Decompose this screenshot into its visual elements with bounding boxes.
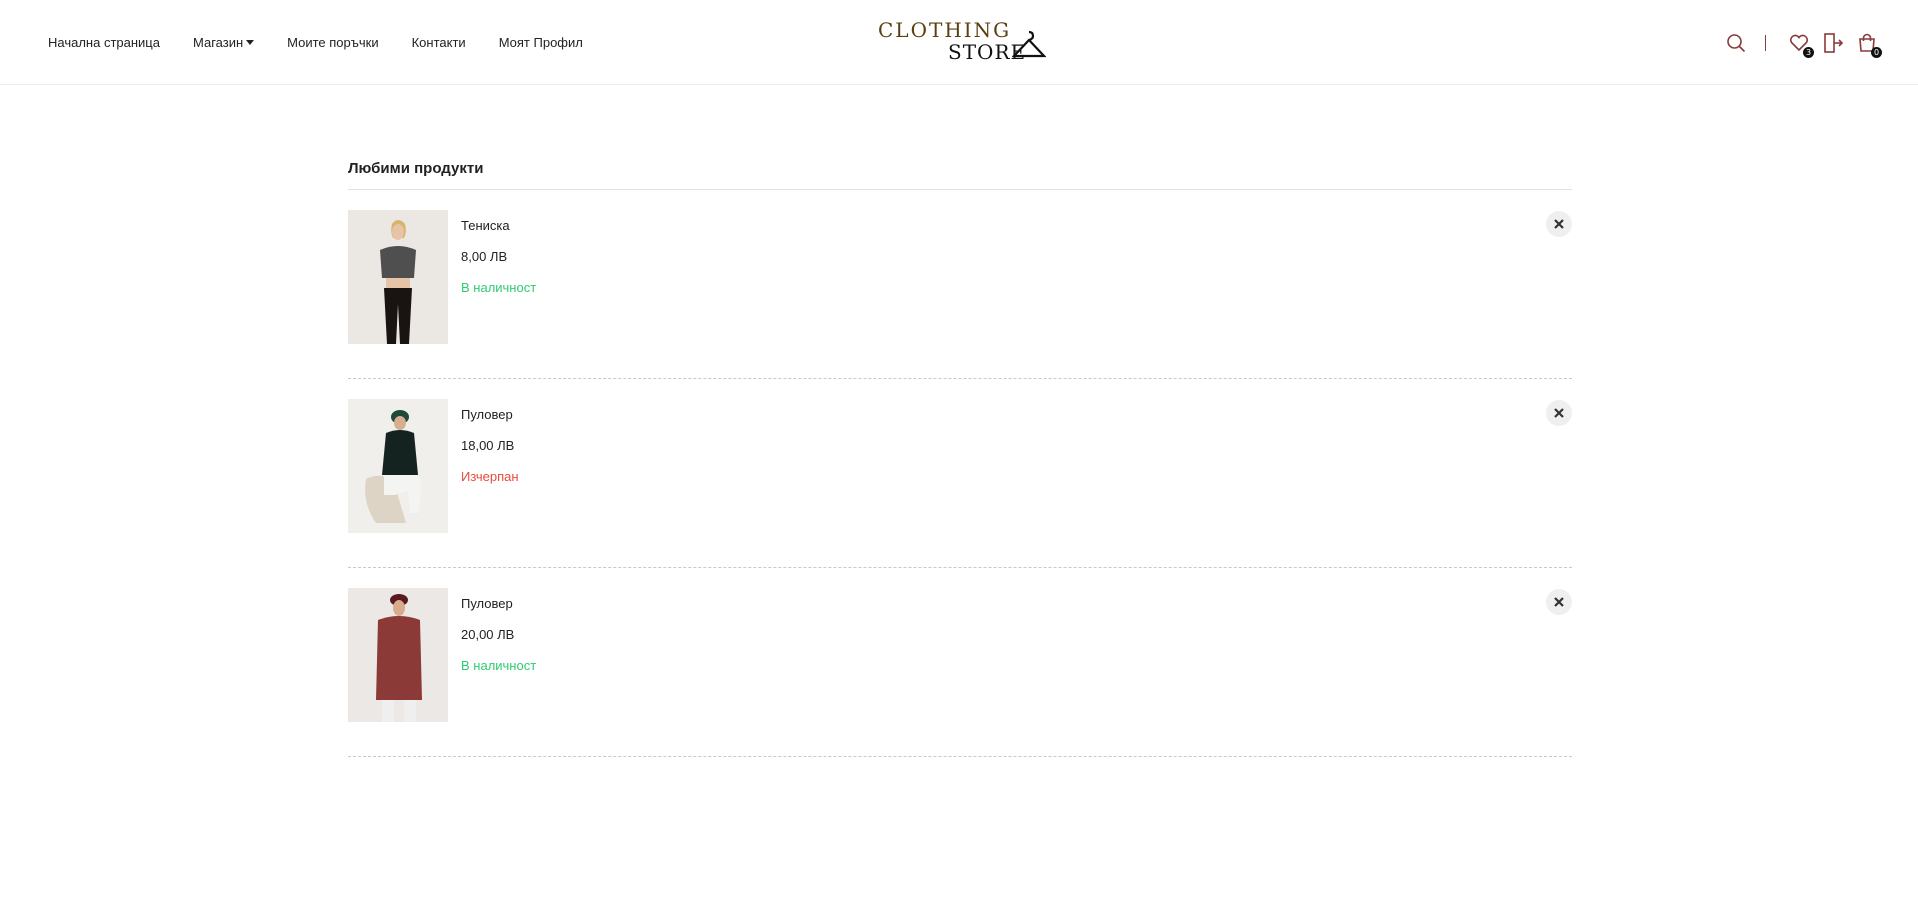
close-icon — [1554, 219, 1564, 229]
remove-item-button[interactable] — [1546, 400, 1572, 426]
search-icon[interactable] — [1725, 32, 1747, 54]
product-image[interactable] — [348, 210, 448, 344]
nav-shop-label: Магазин — [192, 35, 244, 50]
stock-status: В наличност — [461, 280, 537, 295]
main-nav: Начална страница Магазин Моите поръчки К… — [48, 0, 616, 85]
product-info: Пуловер 18,00 ЛВ Изчерпан — [461, 405, 519, 487]
list-item: Тениска 8,00 ЛВ В наличност — [348, 210, 1572, 379]
close-icon — [1554, 408, 1564, 418]
nav-profile[interactable]: Моят Профил — [499, 35, 583, 50]
product-name[interactable]: Пуловер — [461, 405, 519, 425]
cart-count-badge: 0 — [1871, 46, 1882, 58]
product-info: Пуловер 20,00 ЛВ В наличност — [461, 594, 536, 676]
logo-text-top: CLOTHING — [878, 18, 1012, 42]
site-header: Начална страница Магазин Моите поръчки К… — [0, 0, 1918, 85]
list-item: Пуловер 20,00 ЛВ В наличност — [348, 588, 1572, 757]
product-name[interactable]: Пуловер — [461, 594, 536, 614]
product-price: 8,00 ЛВ — [461, 249, 508, 264]
store-logo[interactable]: CLOTHING STORE — [878, 18, 1048, 66]
wishlist-count-badge: 3 — [1803, 46, 1814, 58]
logout-button[interactable] — [1822, 32, 1844, 54]
header-icons: 3 0 — [1713, 0, 1882, 85]
nav-shop[interactable]: Магазин — [192, 35, 255, 50]
product-price: 18,00 ЛВ — [461, 438, 515, 453]
nav-orders[interactable]: Моите поръчки — [287, 35, 378, 50]
caret-down-icon — [246, 40, 255, 45]
logout-icon — [1824, 32, 1844, 53]
stock-status: Изчерпан — [461, 469, 519, 484]
header-divider — [1765, 34, 1766, 51]
nav-contacts[interactable]: Контакти — [412, 35, 466, 50]
product-image[interactable] — [348, 588, 448, 722]
cart-button[interactable]: 0 — [1856, 32, 1882, 58]
product-name[interactable]: Тениска — [461, 216, 536, 236]
list-item: Пуловер 18,00 ЛВ Изчерпан — [348, 399, 1572, 568]
stock-status: В наличност — [461, 658, 537, 673]
product-info: Тениска 8,00 ЛВ В наличност — [461, 216, 536, 298]
product-image[interactable] — [348, 399, 448, 533]
close-icon — [1554, 597, 1564, 607]
favorites-list: Тениска 8,00 ЛВ В наличност Пуловер 18,0… — [348, 210, 1572, 757]
hanger-icon — [1012, 30, 1046, 58]
favorites-section: Любими продукти Тениска 8,00 ЛВ В наличн… — [348, 150, 1572, 777]
remove-item-button[interactable] — [1546, 589, 1572, 615]
nav-home[interactable]: Начална страница — [48, 35, 160, 50]
product-price: 20,00 ЛВ — [461, 627, 515, 642]
page-title: Любими продукти — [348, 150, 1572, 190]
wishlist-button[interactable]: 3 — [1788, 32, 1814, 58]
remove-item-button[interactable] — [1546, 211, 1572, 237]
